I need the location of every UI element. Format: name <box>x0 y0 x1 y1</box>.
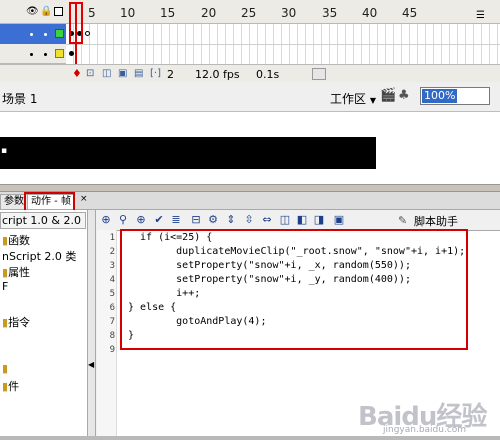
collapse-arrow-icon[interactable]: ◀ <box>88 360 94 369</box>
timeline-options-icon[interactable]: ☰ <box>476 10 485 21</box>
auto-format-icon[interactable]: ≣ <box>170 213 182 227</box>
zoom-dropdown[interactable]: 100% <box>420 87 490 105</box>
ruler-number: 45 <box>402 6 418 20</box>
elapsed-time: 0.1s <box>256 68 280 81</box>
line-number: 8 <box>109 331 115 341</box>
bottom-edge <box>0 436 500 440</box>
tree-item[interactable]: ▮函数 <box>2 232 30 248</box>
ruler-number: 5 <box>88 6 96 20</box>
line-number: 4 <box>109 275 115 285</box>
workspace-label: 工作区 <box>330 92 367 106</box>
row-separator <box>66 44 500 45</box>
onion-outline-icon[interactable]: ▣ <box>118 68 127 79</box>
add-item-icon[interactable]: ⊕ <box>100 213 112 227</box>
expand-all-icon[interactable]: ⇔ <box>261 213 273 227</box>
marker-icon: ♦ <box>72 67 82 80</box>
line-number: 9 <box>109 345 115 355</box>
code-hint-icon[interactable]: ⊟ <box>190 213 202 227</box>
layer-lock-dot[interactable] <box>44 53 47 56</box>
line-number: 2 <box>109 247 115 257</box>
edit-multiple-frames-icon[interactable]: ▤ <box>134 68 143 79</box>
find-icon[interactable]: ⚲ <box>117 213 129 227</box>
tree-item[interactable]: ▮件 <box>2 378 19 394</box>
workspace-dropdown[interactable]: 工作区 ▼ <box>330 90 376 107</box>
script-assistant-button[interactable]: 脚本助手 <box>414 213 458 229</box>
line-number: 5 <box>109 289 115 299</box>
layer-lock-dot[interactable] <box>44 33 47 36</box>
layer-visible-dot[interactable] <box>30 33 33 36</box>
layer-row[interactable] <box>0 44 66 64</box>
apply-line-comment-icon[interactable]: ◧ <box>296 213 308 227</box>
scene-label[interactable]: 场景 1 <box>2 90 37 107</box>
eye-icon[interactable]: 👁 <box>26 6 39 18</box>
outline-square-icon[interactable] <box>54 7 63 16</box>
close-icon[interactable]: × <box>80 194 88 204</box>
apply-block-comment-icon[interactable]: ◫ <box>279 213 291 227</box>
edit-scene-icon[interactable]: 🎬 <box>380 88 396 103</box>
remove-comment-icon[interactable]: ◨ <box>313 213 325 227</box>
ruler-number: 30 <box>281 6 297 20</box>
target-path-icon[interactable]: ⊕ <box>135 213 147 227</box>
layer-color-icon[interactable] <box>55 29 64 38</box>
check-syntax-icon[interactable]: ✔ <box>153 213 165 227</box>
tab-highlight-box <box>24 192 75 212</box>
lock-icon[interactable]: 🔒 <box>40 6 52 18</box>
panel-splitter[interactable] <box>0 184 500 192</box>
ruler-number: 40 <box>362 6 378 20</box>
layer-row-selected[interactable] <box>0 24 66 44</box>
ruler-number: 20 <box>201 6 217 20</box>
chevron-down-icon: ▼ <box>369 96 376 105</box>
edit-symbol-icon[interactable]: ♣ <box>398 88 410 103</box>
timeline-status-bar: ♦ ⊡ ◫ ▣ ▤ [·] 2 12.0 fps 0.1s <box>0 64 500 82</box>
language-version-select[interactable]: cript 1.0 & 2.0 <box>0 212 86 229</box>
stage-edge-mark: ▪ <box>1 146 8 156</box>
center-frame-icon[interactable]: ⊡ <box>86 68 94 79</box>
current-frame: 2 <box>167 68 174 81</box>
tree-item[interactable]: ▮属性 <box>2 264 30 280</box>
onion-skin-icon[interactable]: ◫ <box>102 68 111 79</box>
line-number: 3 <box>109 261 115 271</box>
debug-options-icon[interactable]: ⚙ <box>207 213 219 227</box>
empty-keyframe-icon[interactable] <box>85 31 90 36</box>
frame-rate: 12.0 fps <box>195 68 240 81</box>
ruler-number: 35 <box>322 6 338 20</box>
line-number: 7 <box>109 317 115 327</box>
panel-divider-scroll[interactable]: ◀ <box>88 210 96 436</box>
collapse-selection-icon[interactable]: ⇳ <box>243 213 255 227</box>
show-toolbox-icon[interactable]: ▣ <box>333 213 345 227</box>
line-number: 6 <box>109 303 115 313</box>
modify-markers-icon[interactable]: [·] <box>150 68 161 79</box>
watermark-url: jingyan.baidu.com <box>383 425 467 435</box>
tree-item[interactable]: ▮ <box>2 362 8 375</box>
ruler-number: 25 <box>241 6 257 20</box>
layer-visible-dot[interactable] <box>30 53 33 56</box>
frame-ruler[interactable]: 5 10 15 20 25 30 35 40 45 ☰ <box>66 0 496 24</box>
ruler-number: 15 <box>160 6 176 20</box>
ruler-number: 10 <box>120 6 136 20</box>
movie-clip-rectangle[interactable]: ▪ <box>0 137 376 169</box>
actions-toolbox[interactable]: ▮函数 nScript 2.0 类 ▮属性 F ▮指令 ▮ ▮件 <box>0 210 88 436</box>
code-highlight-box <box>120 229 468 350</box>
keyframe-icon[interactable] <box>69 51 74 56</box>
playhead-highlight-box <box>69 2 83 44</box>
tree-item[interactable]: ▮指令 <box>2 314 30 330</box>
zoom-value: 100% <box>422 89 458 103</box>
edit-bar: 场景 1 工作区 ▼ 🎬 ♣ 100% <box>0 82 500 112</box>
tree-item[interactable]: F <box>2 280 8 293</box>
folder-icon: ▮ <box>2 362 9 375</box>
panel-tabs: 参数 动作 - 帧 × <box>0 192 500 210</box>
scroll-thumb[interactable] <box>312 68 326 80</box>
layer-color-icon[interactable] <box>55 49 64 58</box>
collapse-between-braces-icon[interactable]: ⇕ <box>225 213 237 227</box>
script-assistant-icon[interactable]: ✎ <box>398 214 407 227</box>
tree-item[interactable]: nScript 2.0 类 <box>2 248 76 264</box>
frame-grid[interactable] <box>66 24 500 64</box>
line-number: 1 <box>109 233 115 243</box>
